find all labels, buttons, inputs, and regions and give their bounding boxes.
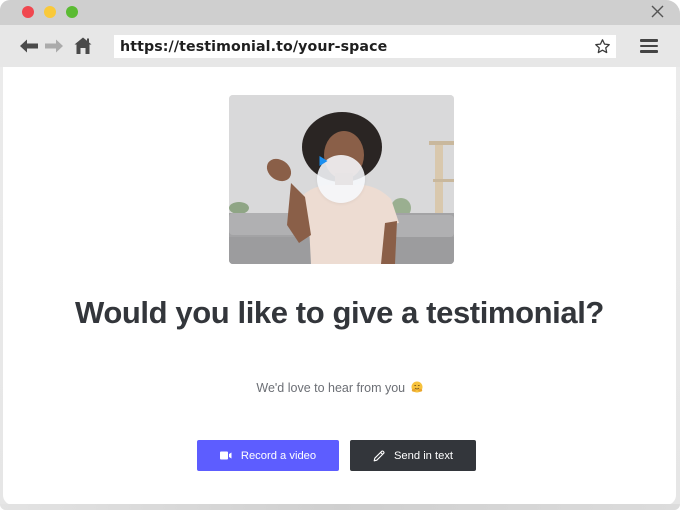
page-content: Would you like to give a testimonial? We… [3,67,676,505]
send-text-label: Send in text [393,449,454,462]
browser-window: https://testimonial.to/your-space Would … [0,0,680,510]
send-text-button[interactable]: Send in text [350,440,476,471]
star-icon[interactable] [593,37,612,56]
record-video-label: Record a video [240,449,317,462]
close-icon[interactable] [650,4,664,18]
arrow-right-icon[interactable] [43,36,63,56]
hamburger-menu-icon[interactable] [639,37,659,55]
subtitle-text: We'd love to hear from you [256,381,406,395]
browser-toolbar: https://testimonial.to/your-space [0,25,680,67]
window-maximize-dot[interactable] [66,6,78,18]
arrow-left-icon[interactable] [19,36,39,56]
url-text[interactable]: https://testimonial.to/your-space [114,39,387,55]
page-subtitle: We'd love to hear from you [3,381,676,395]
window-close-dot[interactable] [22,6,34,18]
play-button[interactable] [317,155,365,203]
window-minimize-dot[interactable] [44,6,56,18]
home-icon[interactable] [73,36,93,56]
title-bar [0,0,680,25]
video-camera-icon [219,451,232,460]
hugging-face-emoji-icon [411,381,423,393]
play-icon [319,156,328,166]
video-thumbnail[interactable] [229,95,454,264]
address-bar[interactable]: https://testimonial.to/your-space [114,35,616,58]
page-headline: Would you like to give a testimonial? [75,295,604,330]
record-video-button[interactable]: Record a video [197,440,339,471]
pencil-icon [373,449,385,462]
